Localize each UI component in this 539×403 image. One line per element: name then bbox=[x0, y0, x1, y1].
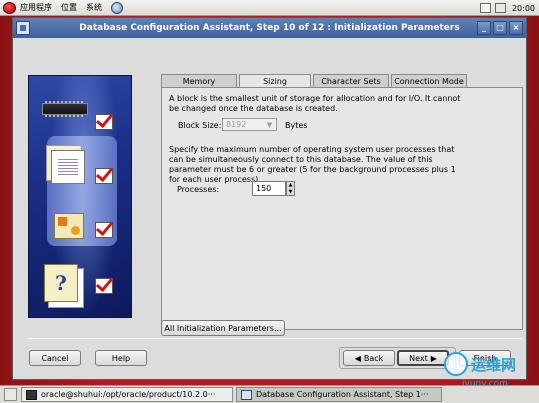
processes-description: Specify the maximum number of operating … bbox=[169, 145, 456, 184]
close-button[interactable]: × bbox=[509, 21, 523, 35]
block-size-description: A block is the smallest unit of storage … bbox=[169, 94, 461, 113]
taskbar-item-label: oracle@shuhui:/opt/oracle/product/10.2.0… bbox=[41, 390, 216, 399]
tab-character-sets[interactable]: Character Sets bbox=[313, 74, 389, 87]
watermark-text: 运维网 bbox=[471, 356, 517, 374]
maximize-button[interactable]: □ bbox=[493, 21, 507, 35]
menu-system[interactable]: 系统 bbox=[86, 2, 102, 13]
question-document-icon: ? bbox=[44, 264, 78, 302]
sizing-panel: A block is the smallest unit of storage … bbox=[161, 87, 523, 330]
titlebar[interactable]: Database Configuration Assistant, Step 1… bbox=[13, 18, 526, 38]
block-size-select: 8192 ▼ bbox=[222, 118, 277, 131]
speaker-icon[interactable] bbox=[494, 3, 506, 13]
top-panel: 应用程序 位置 系统 20:00 bbox=[0, 0, 539, 16]
show-desktop-icon[interactable] bbox=[4, 388, 17, 401]
window-controls: _ □ × bbox=[475, 21, 523, 35]
block-size-unit: Bytes bbox=[285, 121, 308, 130]
tab-memory[interactable]: Memory bbox=[161, 74, 237, 87]
dbca-window: Database Configuration Assistant, Step 1… bbox=[12, 17, 527, 380]
help-button[interactable]: Help bbox=[95, 350, 147, 366]
chevron-left-icon: ◀ bbox=[354, 353, 361, 363]
taskbar-item-terminal[interactable]: oracle@shuhui:/opt/oracle/product/10.2.0… bbox=[21, 387, 233, 402]
documents-icon bbox=[51, 150, 85, 184]
back-button[interactable]: ◀ Back bbox=[343, 350, 395, 366]
back-label: Back bbox=[363, 353, 384, 363]
minimize-button[interactable]: _ bbox=[477, 21, 491, 35]
processes-spinner: ▲ ▼ bbox=[286, 181, 295, 196]
cancel-button[interactable]: Cancel bbox=[29, 350, 81, 366]
terminal-icon bbox=[26, 389, 37, 400]
system-tray: 20:00 bbox=[476, 0, 535, 16]
taskbar-item-dbca[interactable]: Database Configuration Assistant, Step 1… bbox=[236, 387, 442, 402]
divider bbox=[28, 338, 523, 339]
window-menu-icon[interactable] bbox=[16, 21, 30, 35]
tab-bar: Memory Sizing Character Sets Connection … bbox=[161, 74, 469, 87]
network-icon[interactable] bbox=[111, 1, 123, 14]
processes-value: 150 bbox=[256, 184, 272, 193]
dbca-icon bbox=[241, 389, 252, 400]
all-init-params-button[interactable]: All Initialization Parameters... bbox=[161, 320, 285, 336]
chevron-right-icon: ▶ bbox=[430, 353, 437, 363]
window-title: Database Configuration Assistant, Step 1… bbox=[79, 23, 460, 33]
tab-sizing[interactable]: Sizing bbox=[239, 74, 311, 87]
taskbar: oracle@shuhui:/opt/oracle/product/10.2.0… bbox=[0, 385, 539, 403]
memory-chip-icon bbox=[42, 101, 88, 117]
mail-icon[interactable] bbox=[479, 3, 491, 13]
checkmark-icon bbox=[95, 222, 113, 238]
watermark-logo-icon bbox=[444, 352, 468, 376]
spin-down-icon[interactable]: ▼ bbox=[287, 189, 294, 195]
next-label: Next bbox=[409, 353, 428, 363]
redhat-logo-icon[interactable] bbox=[3, 1, 16, 14]
block-size-label: Block Size: bbox=[178, 121, 222, 130]
menu-applications[interactable]: 应用程序 bbox=[20, 2, 52, 13]
processes-input[interactable]: 150 bbox=[252, 181, 286, 196]
menu-places[interactable]: 位置 bbox=[61, 2, 77, 13]
shapes-icon bbox=[54, 213, 84, 239]
block-size-value: 8192 bbox=[226, 120, 247, 129]
spin-up-icon[interactable]: ▲ bbox=[287, 182, 294, 188]
next-button[interactable]: Next ▶ bbox=[397, 350, 449, 366]
clock[interactable]: 20:00 bbox=[512, 4, 535, 13]
tab-connection-mode[interactable]: Connection Mode bbox=[391, 74, 467, 87]
processes-label: Processes: bbox=[177, 185, 220, 194]
top-menu: 应用程序 位置 系统 bbox=[20, 0, 111, 15]
wizard-side-image: ? bbox=[28, 75, 132, 318]
checkmark-icon bbox=[95, 114, 113, 130]
taskbar-item-label: Database Configuration Assistant, Step 1… bbox=[256, 390, 429, 399]
checkmark-icon bbox=[95, 278, 113, 294]
chevron-down-icon: ▼ bbox=[266, 120, 273, 129]
checkmark-icon bbox=[95, 168, 113, 184]
